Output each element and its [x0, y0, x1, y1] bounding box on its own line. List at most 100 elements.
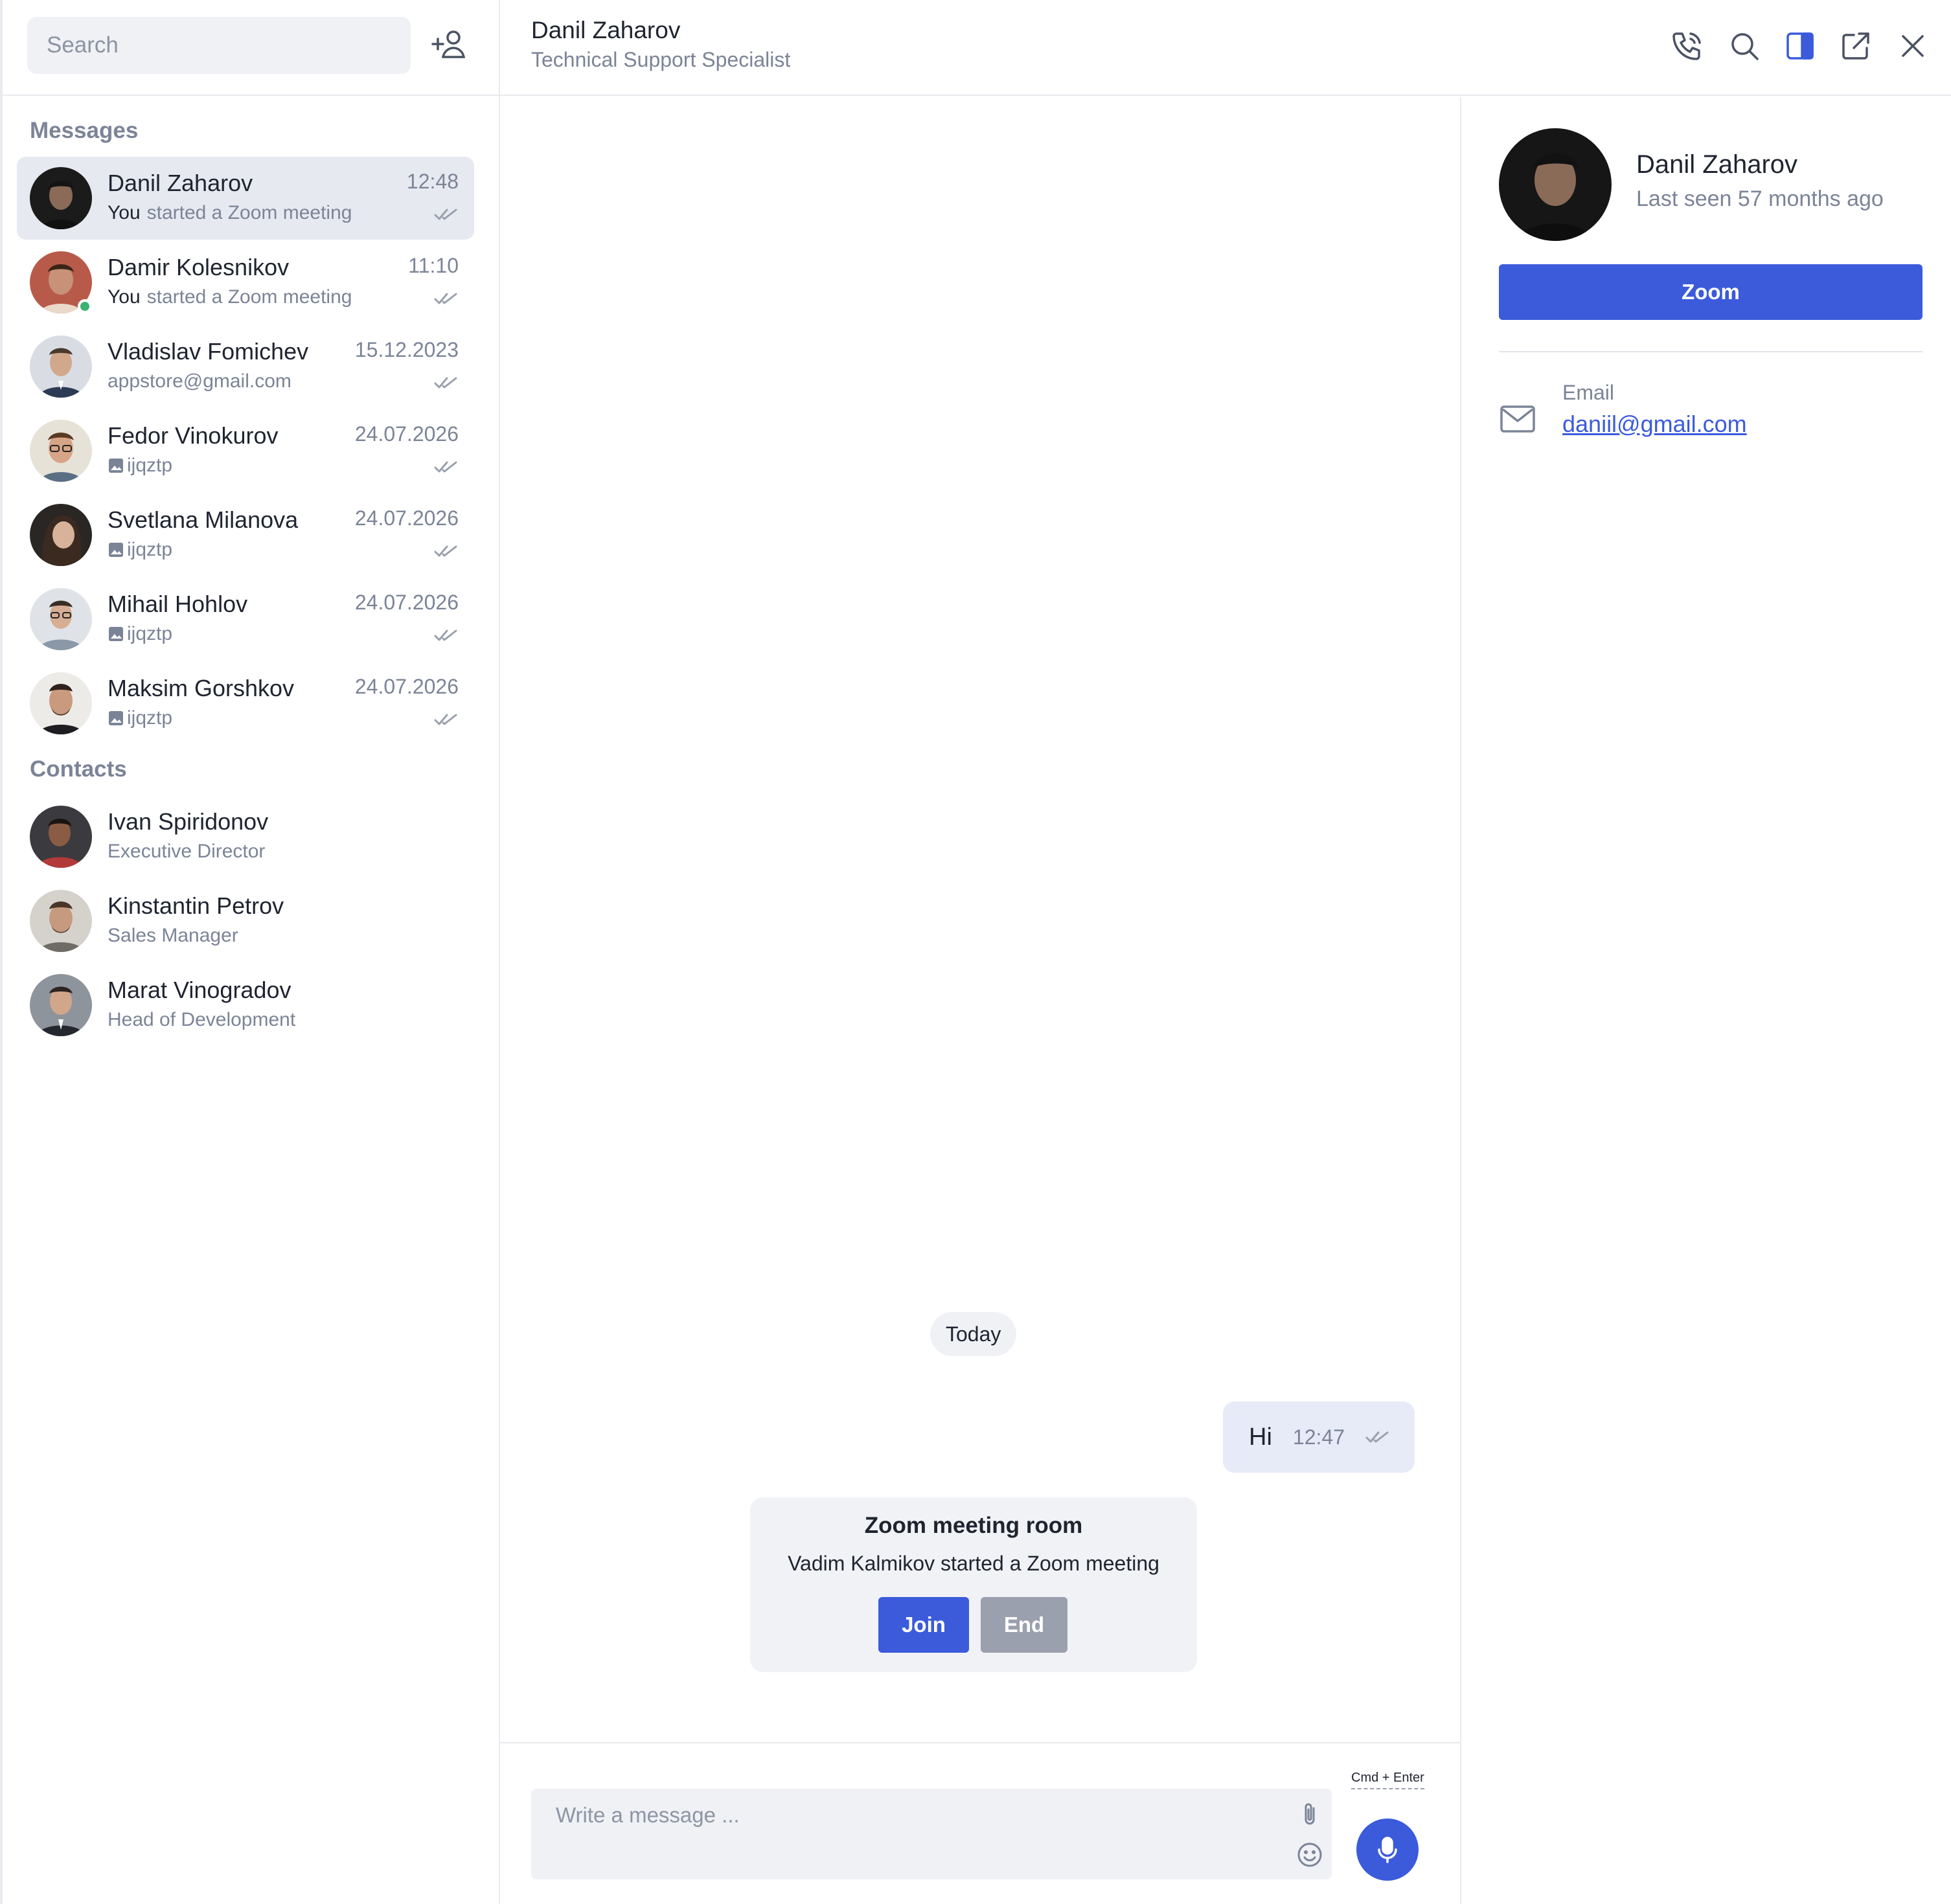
add-contact-icon[interactable]	[430, 26, 470, 66]
image-icon	[109, 711, 123, 725]
double-check-icon	[434, 209, 457, 220]
open-external-icon[interactable]	[1838, 28, 1873, 63]
chat-time: 24.07.2026	[354, 422, 459, 446]
chat-preview: You started a Zoom meeting	[108, 286, 352, 308]
contact-item-ivan-spiridonov[interactable]: Ivan Spiridonov Executive Director	[17, 795, 474, 878]
messenger-app: Messages Danil Zaharov You started a Zoo…	[0, 0, 1951, 1904]
contact-item-kinstantin-petrov[interactable]: Kinstantin Petrov Sales Manager	[17, 879, 474, 962]
avatar	[30, 890, 92, 952]
chat-item-maksim-gorshkov[interactable]: Maksim Gorshkov ijqztp 24.07.2026	[17, 662, 474, 745]
chat-name: Svetlana Milanova	[108, 506, 299, 533]
zoom-card-title: Zoom meeting room	[864, 1513, 1083, 1538]
chat-name: Maksim Gorshkov	[108, 675, 295, 701]
details-name: Danil Zaharov	[1636, 150, 1798, 179]
message-text: Hi	[1249, 1423, 1272, 1451]
avatar	[1499, 128, 1612, 241]
chat-header-name: Danil Zaharov	[531, 17, 681, 43]
message-composer: Cmd + Enter	[500, 1742, 1461, 1904]
zoom-card-description: Vadim Kalmikov started a Zoom meeting	[788, 1552, 1159, 1575]
chat-time: 11:10	[408, 254, 459, 277]
chat-preview: ijqztp	[108, 707, 172, 729]
chat-time: 24.07.2026	[354, 506, 459, 530]
chat-item-mihail-hohlov[interactable]: Mihail Hohlov ijqztp 24.07.2026	[17, 578, 474, 661]
avatar	[30, 806, 92, 868]
conversation: Today Hi 12:47 Zoom meeting room Vadim K…	[500, 97, 1461, 1742]
contact-name: Marat Vinogradov	[108, 977, 291, 1003]
double-check-icon	[434, 629, 457, 641]
double-check-icon	[434, 377, 457, 389]
join-meeting-button[interactable]: Join	[878, 1597, 969, 1653]
chat-header: Danil Zaharov Technical Support Speciali…	[500, 0, 1951, 96]
chat-time: 12:48	[406, 170, 459, 193]
paperclip-icon[interactable]	[1295, 1800, 1324, 1829]
search-row	[3, 0, 501, 96]
double-check-icon	[434, 293, 457, 304]
contact-role: Head of Development	[108, 1009, 296, 1030]
emoji-icon[interactable]	[1295, 1841, 1324, 1869]
chat-preview-prefix: You	[108, 286, 141, 308]
chat-name: Vladislav Fomichev	[108, 338, 309, 365]
avatar	[30, 588, 92, 650]
image-icon	[109, 627, 123, 641]
chat-item-fedor-vinokurov[interactable]: Fedor Vinokurov ijqztp 24.07.2026	[17, 409, 474, 492]
double-check-icon	[434, 545, 457, 557]
email-label: Email	[1562, 381, 1615, 404]
contacts-section-title: Contacts	[30, 756, 127, 782]
phone-icon[interactable]	[1670, 28, 1705, 63]
zoom-meeting-card: Zoom meeting room Vadim Kalmikov started…	[750, 1497, 1197, 1672]
contact-name: Ivan Spiridonov	[108, 808, 269, 835]
avatar	[30, 335, 92, 398]
chat-preview-text: appstore@gmail.com	[108, 370, 291, 392]
chat-preview-prefix: You	[108, 202, 141, 223]
chat-preview: appstore@gmail.com	[108, 370, 291, 392]
image-icon	[109, 543, 123, 557]
avatar	[30, 504, 92, 566]
end-meeting-button[interactable]: End	[981, 1597, 1067, 1653]
chat-item-vladislav-fomichev[interactable]: Vladislav Fomichev appstore@gmail.com 15…	[17, 325, 474, 408]
chat-preview: You started a Zoom meeting	[108, 202, 352, 224]
chat-name: Mihail Hohlov	[108, 591, 248, 617]
chat-preview: ijqztp	[108, 455, 172, 477]
contact-item-marat-vinogradov[interactable]: Marat Vinogradov Head of Development	[17, 964, 474, 1047]
chat-item-damir-kolesnikov[interactable]: Damir Kolesnikov You started a Zoom meet…	[17, 241, 474, 324]
chat-preview-text: ijqztp	[127, 539, 173, 560]
date-separator: Today	[930, 1312, 1017, 1356]
message-input[interactable]	[531, 1789, 1332, 1879]
contact-role: Sales Manager	[108, 925, 238, 946]
chat-preview: ijqztp	[108, 539, 172, 561]
microphone-icon	[1378, 1837, 1397, 1863]
avatar	[30, 420, 92, 482]
chat-name: Damir Kolesnikov	[108, 254, 290, 280]
voice-message-button[interactable]	[1356, 1819, 1419, 1881]
double-check-icon	[1365, 1431, 1389, 1443]
outgoing-message[interactable]: Hi 12:47	[1223, 1401, 1415, 1473]
online-status-dot	[78, 299, 92, 313]
start-zoom-button[interactable]: Zoom	[1499, 264, 1922, 320]
double-check-icon	[434, 714, 457, 725]
chat-preview-text: started a Zoom meeting	[146, 286, 352, 308]
sidebar-panel-icon[interactable]	[1783, 28, 1818, 63]
search-box	[27, 17, 411, 74]
chat-preview-text: ijqztp	[127, 623, 173, 644]
search-input[interactable]	[27, 17, 411, 74]
chat-time: 15.12.2023	[354, 338, 459, 361]
image-icon	[109, 459, 123, 473]
sidebar: Messages Danil Zaharov You started a Zoo…	[0, 0, 501, 1904]
chat-header-role: Technical Support Specialist	[531, 48, 791, 71]
close-icon[interactable]	[1895, 28, 1930, 63]
messages-section-title: Messages	[30, 118, 139, 143]
chat-item-danil-zaharov[interactable]: Danil Zaharov You started a Zoom meeting…	[17, 157, 474, 240]
avatar	[30, 167, 92, 229]
chat-preview-text: ijqztp	[127, 455, 173, 476]
chat-preview: ijqztp	[108, 623, 172, 645]
composer-field	[531, 1789, 1332, 1879]
contact-name: Kinstantin Petrov	[108, 892, 284, 919]
chat-preview-text: ijqztp	[127, 707, 173, 729]
chat-name: Danil Zaharov	[108, 170, 253, 196]
chat-item-svetlana-milanova[interactable]: Svetlana Milanova ijqztp 24.07.2026	[17, 493, 474, 576]
chat-name: Fedor Vinokurov	[108, 422, 279, 449]
search-icon[interactable]	[1727, 28, 1762, 63]
email-link[interactable]: daniil@gmail.com	[1562, 411, 1747, 438]
message-time: 12:47	[1292, 1425, 1345, 1449]
divider	[1499, 351, 1922, 352]
